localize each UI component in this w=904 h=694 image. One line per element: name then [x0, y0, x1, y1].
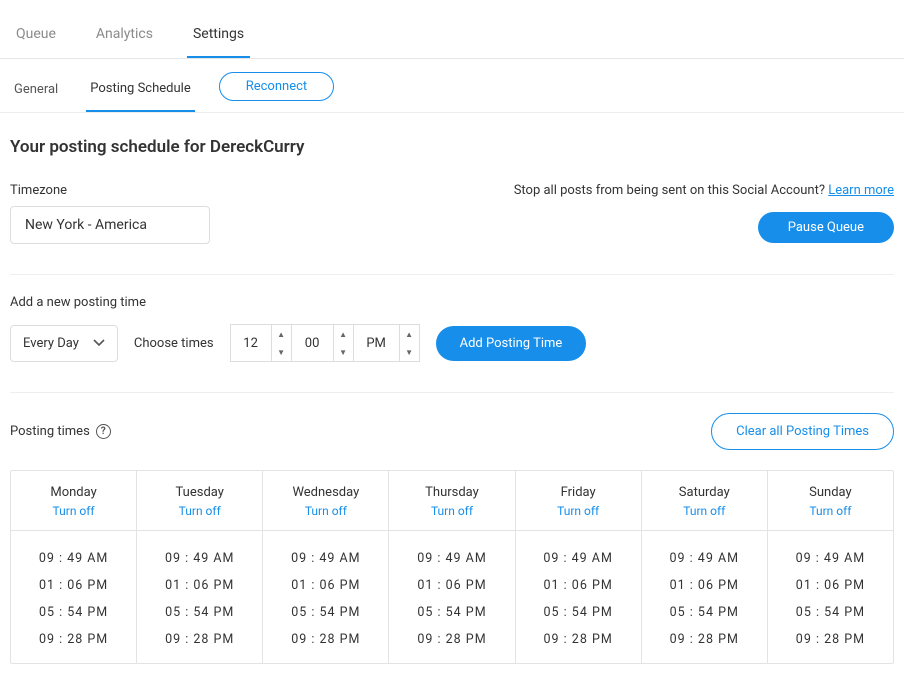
turn-off-link[interactable]: Turn off	[15, 504, 132, 518]
day-column: Thursday Turn off 09 : 49 AM 01 : 06 PM …	[389, 471, 515, 663]
day-name: Sunday	[772, 485, 889, 500]
time-slot[interactable]: 09 : 49 AM	[646, 545, 763, 572]
posting-times-table: Monday Turn off 09 : 49 AM 01 : 06 PM 05…	[10, 470, 894, 664]
add-posting-time-button[interactable]: Add Posting Time	[436, 326, 587, 361]
day-column: Wednesday Turn off 09 : 49 AM 01 : 06 PM…	[263, 471, 389, 663]
turn-off-link[interactable]: Turn off	[267, 504, 384, 518]
hour-stepper[interactable]: ▲ ▼	[272, 324, 292, 362]
time-slot[interactable]: 01 : 06 PM	[15, 572, 132, 599]
time-slot[interactable]: 09 : 49 AM	[141, 545, 258, 572]
time-slot[interactable]: 01 : 06 PM	[646, 572, 763, 599]
hour-input[interactable]: 12	[230, 324, 272, 362]
time-slot[interactable]: 05 : 54 PM	[772, 599, 889, 626]
time-input-group: 12 ▲ ▼ 00 ▲ ▼ PM ▲ ▼	[230, 324, 420, 362]
posting-times-label: Posting times	[10, 424, 90, 439]
chevron-up-icon[interactable]: ▲	[334, 325, 353, 343]
day-column: Monday Turn off 09 : 49 AM 01 : 06 PM 05…	[11, 471, 137, 663]
day-name: Friday	[520, 485, 637, 500]
time-slot[interactable]: 05 : 54 PM	[267, 599, 384, 626]
time-slot[interactable]: 09 : 28 PM	[772, 626, 889, 653]
choose-times-label: Choose times	[134, 336, 214, 351]
time-slot[interactable]: 09 : 49 AM	[520, 545, 637, 572]
main-tabs: Queue Analytics Settings	[0, 10, 904, 59]
chevron-down-icon	[93, 336, 105, 350]
chevron-up-icon[interactable]: ▲	[272, 325, 291, 343]
stop-posts-message: Stop all posts from being sent on this S…	[514, 183, 894, 198]
day-name: Monday	[15, 485, 132, 500]
subtab-posting-schedule[interactable]: Posting Schedule	[86, 71, 195, 112]
day-name: Tuesday	[141, 485, 258, 500]
timezone-label: Timezone	[10, 183, 210, 198]
time-slot[interactable]: 09 : 49 AM	[267, 545, 384, 572]
day-column: Saturday Turn off 09 : 49 AM 01 : 06 PM …	[642, 471, 768, 663]
turn-off-link[interactable]: Turn off	[520, 504, 637, 518]
turn-off-link[interactable]: Turn off	[772, 504, 889, 518]
day-column: Sunday Turn off 09 : 49 AM 01 : 06 PM 05…	[768, 471, 893, 663]
day-name: Thursday	[393, 485, 510, 500]
day-name: Wednesday	[267, 485, 384, 500]
time-slot[interactable]: 01 : 06 PM	[393, 572, 510, 599]
time-slot[interactable]: 05 : 54 PM	[393, 599, 510, 626]
timezone-select[interactable]: New York - America	[10, 206, 210, 244]
help-icon[interactable]: ?	[96, 424, 111, 439]
time-slot[interactable]: 09 : 28 PM	[267, 626, 384, 653]
time-slot[interactable]: 09 : 49 AM	[772, 545, 889, 572]
tab-settings[interactable]: Settings	[187, 18, 250, 58]
time-slot[interactable]: 09 : 28 PM	[393, 626, 510, 653]
time-slot[interactable]: 09 : 28 PM	[520, 626, 637, 653]
chevron-up-icon[interactable]: ▲	[400, 325, 419, 343]
day-selector[interactable]: Every Day	[10, 325, 118, 362]
day-column: Tuesday Turn off 09 : 49 AM 01 : 06 PM 0…	[137, 471, 263, 663]
time-slot[interactable]: 05 : 54 PM	[646, 599, 763, 626]
chevron-down-icon[interactable]: ▼	[334, 343, 353, 361]
time-slot[interactable]: 01 : 06 PM	[141, 572, 258, 599]
time-slot[interactable]: 01 : 06 PM	[772, 572, 889, 599]
time-slot[interactable]: 09 : 49 AM	[393, 545, 510, 572]
time-slot[interactable]: 09 : 28 PM	[15, 626, 132, 653]
turn-off-link[interactable]: Turn off	[393, 504, 510, 518]
time-slot[interactable]: 05 : 54 PM	[15, 599, 132, 626]
minute-stepper[interactable]: ▲ ▼	[334, 324, 354, 362]
sub-tabs: General Posting Schedule Reconnect	[0, 59, 904, 113]
time-slot[interactable]: 05 : 54 PM	[141, 599, 258, 626]
clear-all-posting-times-button[interactable]: Clear all Posting Times	[711, 413, 894, 450]
add-posting-time-label: Add a new posting time	[10, 295, 894, 310]
minute-input[interactable]: 00	[292, 324, 334, 362]
chevron-down-icon[interactable]: ▼	[400, 343, 419, 361]
time-slot[interactable]: 09 : 49 AM	[15, 545, 132, 572]
turn-off-link[interactable]: Turn off	[646, 504, 763, 518]
pause-queue-button[interactable]: Pause Queue	[758, 212, 894, 243]
time-slot[interactable]: 09 : 28 PM	[646, 626, 763, 653]
day-column: Friday Turn off 09 : 49 AM 01 : 06 PM 05…	[516, 471, 642, 663]
page-title: Your posting schedule for DereckCurry	[10, 137, 894, 157]
chevron-down-icon[interactable]: ▼	[272, 343, 291, 361]
time-slot[interactable]: 05 : 54 PM	[520, 599, 637, 626]
time-slot[interactable]: 01 : 06 PM	[267, 572, 384, 599]
reconnect-button[interactable]: Reconnect	[219, 72, 334, 101]
subtab-general[interactable]: General	[10, 72, 62, 111]
learn-more-link[interactable]: Learn more	[828, 183, 894, 198]
ampm-stepper[interactable]: ▲ ▼	[400, 324, 420, 362]
tab-analytics[interactable]: Analytics	[90, 18, 159, 58]
time-slot[interactable]: 09 : 28 PM	[141, 626, 258, 653]
ampm-input[interactable]: PM	[354, 324, 400, 362]
day-name: Saturday	[646, 485, 763, 500]
turn-off-link[interactable]: Turn off	[141, 504, 258, 518]
tab-queue[interactable]: Queue	[10, 18, 62, 58]
time-slot[interactable]: 01 : 06 PM	[520, 572, 637, 599]
